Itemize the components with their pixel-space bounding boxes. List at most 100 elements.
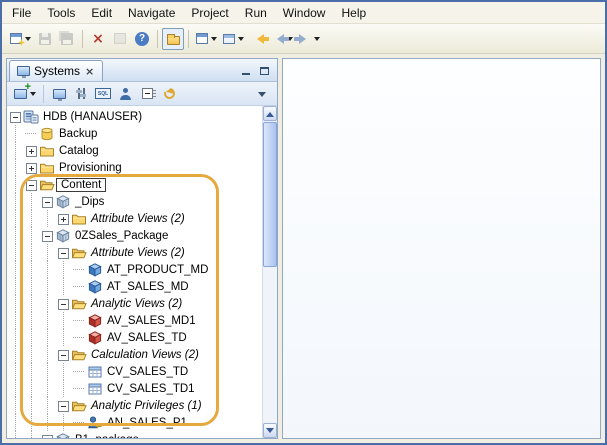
expander-minus-icon[interactable] — [55, 244, 71, 261]
tree-item-cv-sales-td[interactable]: CV_SALES_TD — [7, 363, 262, 380]
tree-leaf-stub — [71, 278, 87, 295]
collapse-all-button[interactable] — [136, 83, 158, 105]
tree-item-cv-sales-td1[interactable]: CV_SALES_TD1 — [7, 380, 262, 397]
open-editor-button[interactable] — [220, 28, 247, 50]
expander-minus-icon[interactable] — [7, 108, 23, 125]
expander-plus-icon[interactable] — [39, 431, 55, 438]
tree-indent-guide — [55, 312, 71, 329]
tree-indent-guide — [55, 414, 71, 431]
tree-leaf-stub — [71, 380, 87, 397]
maximize-view-button[interactable] — [256, 63, 273, 78]
clear-button — [109, 28, 131, 50]
tree-indent-guide — [7, 397, 23, 414]
new-icon — [10, 33, 22, 44]
back-button[interactable] — [269, 28, 296, 50]
tree-leaf-stub — [71, 414, 87, 431]
expander-plus-icon[interactable] — [55, 210, 71, 227]
new-button[interactable] — [7, 28, 34, 50]
scrollbar-thumb[interactable] — [263, 122, 277, 267]
tree-item-provisioning[interactable]: Provisioning — [7, 159, 262, 176]
help-icon — [135, 31, 149, 46]
menu-item-tools[interactable]: Tools — [39, 4, 83, 22]
expander-plus-icon[interactable] — [23, 159, 39, 176]
maximize-icon — [260, 66, 269, 75]
tree-item-at-sales-md[interactable]: AT_SALES_MD — [7, 278, 262, 295]
tree-item-av-sales-td[interactable]: AV_SALES_TD — [7, 329, 262, 346]
add-system-button[interactable] — [11, 82, 39, 105]
tree-item-attribute-views-2[interactable]: Attribute Views (2) — [7, 244, 262, 261]
tab-systems[interactable]: Systems × — [9, 60, 104, 81]
tree-item-label: _Dips — [75, 195, 105, 208]
expander-minus-icon[interactable] — [55, 397, 71, 414]
expander-minus-icon[interactable] — [39, 227, 55, 244]
expander-minus-icon[interactable] — [39, 193, 55, 210]
tree-item-backup[interactable]: Backup — [7, 125, 262, 142]
menu-item-help[interactable]: Help — [333, 4, 374, 22]
tree-item-analytic-views-2[interactable]: Analytic Views (2) — [7, 295, 262, 312]
toolbar-separator — [188, 29, 189, 48]
tree-indent-guide — [23, 414, 39, 431]
expander-minus-icon[interactable] — [55, 346, 71, 363]
expander-plus-icon[interactable] — [23, 142, 39, 159]
refresh-button[interactable] — [158, 83, 180, 105]
tree-item-attribute-views-2[interactable]: Attribute Views (2) — [7, 210, 262, 227]
administration-button[interactable] — [70, 83, 92, 105]
tree-item-content[interactable]: Content — [7, 176, 262, 193]
tree-item-at-product-md[interactable]: AT_PRODUCT_MD — [7, 261, 262, 278]
system-monitor-button[interactable] — [48, 83, 70, 105]
tree-indent-guide — [7, 363, 23, 380]
tree-indent-guide — [23, 380, 39, 397]
tree-item-dips[interactable]: _Dips — [7, 193, 262, 210]
tree-item-b1-package[interactable]: B1_package — [7, 431, 262, 438]
menu-item-window[interactable]: Window — [275, 4, 334, 22]
tree-item-an-sales-p1[interactable]: AN_SALES_P1 — [7, 414, 262, 431]
help-button[interactable] — [131, 28, 153, 50]
open-folder-icon — [71, 398, 88, 414]
menu-item-navigate[interactable]: Navigate — [120, 4, 183, 22]
tab-close-icon[interactable]: × — [84, 66, 95, 77]
last-edit-location-button[interactable] — [247, 28, 269, 50]
expander-minus-icon[interactable] — [55, 295, 71, 312]
tree-item-av-sales-md1[interactable]: AV_SALES_MD1 — [7, 312, 262, 329]
view-menu-button[interactable] — [251, 83, 273, 105]
menu-item-edit[interactable]: Edit — [83, 4, 120, 22]
minimize-view-button[interactable] — [237, 63, 254, 78]
menu-item-file[interactable]: File — [4, 4, 39, 22]
tree-item-label: CV_SALES_TD1 — [107, 382, 195, 395]
tree-indent-guide — [39, 210, 55, 227]
forward-button[interactable] — [294, 28, 323, 50]
expander-minus-icon[interactable] — [23, 176, 39, 193]
scroll-down-button[interactable] — [263, 423, 277, 438]
main-toolbar — [2, 24, 605, 54]
tree-item-calculation-views-2[interactable]: Calculation Views (2) — [7, 346, 262, 363]
tree-item-catalog[interactable]: Catalog — [7, 142, 262, 159]
tree-area: HDB (HANAUSER) Backup Catalog Provisioning C… — [7, 106, 277, 438]
tree-indent-guide — [23, 193, 39, 210]
vertical-scrollbar[interactable] — [262, 106, 277, 438]
open-console-button[interactable] — [162, 27, 184, 50]
user-icon — [119, 87, 132, 100]
package-icon — [55, 432, 72, 439]
tree-indent-guide — [23, 312, 39, 329]
tree-item-0zsales-package[interactable]: 0ZSales_Package — [7, 227, 262, 244]
dropdown-arrow-icon — [314, 36, 320, 41]
delete-button[interactable] — [87, 28, 109, 50]
sql-console-button[interactable]: SQL — [92, 83, 114, 105]
tree-item-label: Catalog — [59, 144, 99, 157]
new-window-button[interactable] — [193, 28, 220, 50]
tree-item-analytic-privileges-1[interactable]: Analytic Privileges (1) — [7, 397, 262, 414]
systems-view-icon — [17, 66, 30, 78]
menu-item-project[interactable]: Project — [183, 4, 236, 22]
tree-item-hdb-hanauser[interactable]: HDB (HANAUSER) — [7, 108, 262, 125]
system-icon — [23, 109, 40, 125]
tree-indent-guide — [23, 363, 39, 380]
find-system-button[interactable] — [114, 83, 136, 105]
open-folder-icon — [71, 347, 88, 363]
scrollbar-track[interactable] — [263, 121, 277, 423]
tree-item-label: Content — [56, 177, 107, 192]
tree-indent-guide — [7, 193, 23, 210]
menu-item-run[interactable]: Run — [237, 4, 275, 22]
tree-indent-guide — [39, 244, 55, 261]
scroll-up-button[interactable] — [263, 106, 277, 121]
tree-indent-guide — [39, 329, 55, 346]
